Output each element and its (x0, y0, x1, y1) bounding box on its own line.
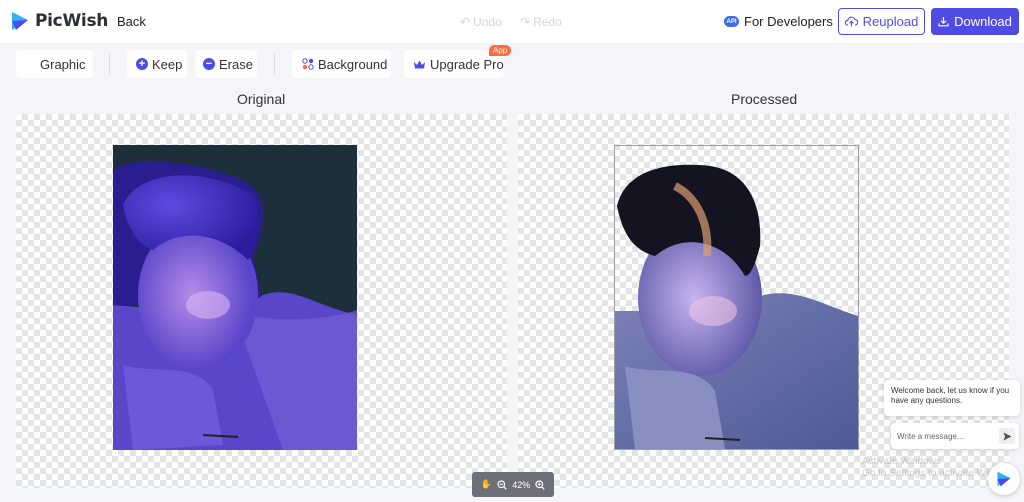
undo-label: Undo (473, 15, 502, 29)
background-button[interactable]: Background (292, 50, 391, 78)
graphic-button[interactable]: Graphic (16, 50, 93, 78)
brand-name: PicWish (35, 11, 109, 31)
picwish-logo[interactable]: PicWish (10, 10, 108, 32)
erase-button[interactable]: − Erase (195, 50, 257, 78)
app-badge: App (489, 45, 512, 56)
redo-button[interactable]: ↷ Redo (520, 15, 562, 29)
reupload-label: Reupload (862, 14, 919, 29)
zoom-controls: ✋ 42% (472, 472, 554, 497)
hand-icon[interactable]: ✋ (481, 479, 492, 490)
reupload-button[interactable]: Reupload (838, 8, 925, 35)
back-link[interactable]: Back (117, 14, 146, 29)
download-icon (938, 17, 949, 27)
zoom-out-icon[interactable] (497, 479, 507, 490)
original-photo-art (113, 145, 357, 450)
picwish-logo-icon (12, 12, 28, 30)
for-developers-label: For Developers (744, 14, 833, 29)
palette-icon (302, 58, 314, 70)
cloud-upload-icon (844, 16, 858, 27)
keep-label: Keep (152, 56, 183, 72)
api-icon: API (724, 16, 739, 27)
toolbar-divider (274, 54, 275, 74)
background-label: Background (318, 56, 388, 72)
top-header: PicWish Back ↶ Undo ↷ Redo API For Devel… (0, 0, 1024, 43)
undo-button[interactable]: ↶ Undo (460, 15, 502, 29)
chat-launcher-button[interactable] (988, 463, 1020, 495)
redo-icon: ↷ (520, 15, 531, 29)
send-button[interactable] (999, 428, 1015, 444)
redo-label: Redo (533, 15, 562, 29)
download-label: Download (954, 14, 1012, 29)
chat-welcome-message: Welcome back, let us know if you have an… (884, 380, 1020, 416)
zoom-in-icon[interactable] (535, 479, 546, 490)
download-button[interactable]: Download (931, 8, 1019, 35)
keep-button[interactable]: + Keep (127, 50, 187, 78)
processed-image-frame (614, 145, 859, 450)
for-developers-link[interactable]: API For Developers (724, 14, 833, 29)
picwish-chat-icon (997, 471, 1011, 487)
plus-icon: + (136, 58, 148, 70)
processed-title: Processed (731, 91, 798, 107)
upgrade-label: Upgrade Pro (430, 56, 504, 72)
send-icon (1003, 432, 1011, 440)
zoom-level: 42% (512, 479, 531, 490)
processed-photo-art (615, 164, 858, 449)
toolbar-divider (109, 54, 110, 74)
chat-message-input[interactable]: Write a message... (891, 423, 1019, 449)
crown-icon (414, 60, 425, 68)
original-image (113, 145, 357, 450)
original-title: Original (237, 91, 286, 107)
minus-icon: − (203, 58, 215, 70)
chat-input-placeholder: Write a message... (897, 431, 964, 441)
erase-label: Erase (219, 56, 253, 72)
undo-icon: ↶ (460, 15, 471, 29)
graphic-label: Graphic (40, 56, 86, 72)
